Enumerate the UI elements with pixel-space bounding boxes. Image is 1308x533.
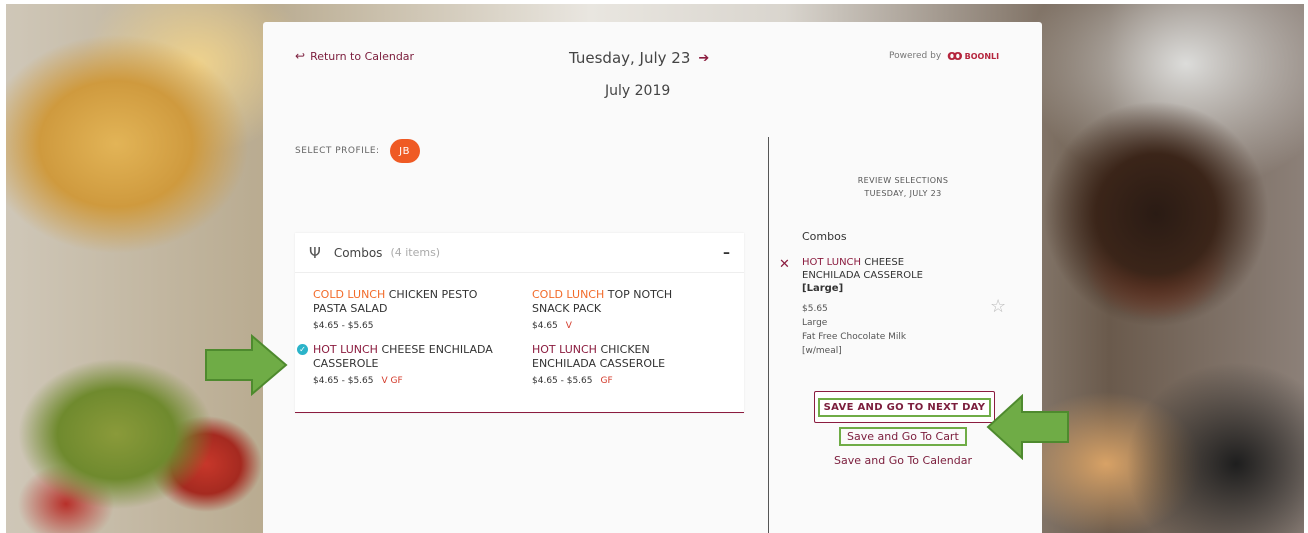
select-profile: SELECT PROFILE: JB [295,139,420,163]
fork-knife-icon: Ψ [309,243,321,262]
save-next-day-button[interactable]: SAVE AND GO TO NEXT DAY [814,391,995,423]
menu-item[interactable]: COLD LUNCH CHICKEN PESTO PASTA SALAD $4.… [313,288,508,333]
save-next-day-label: SAVE AND GO TO NEXT DAY [817,397,992,417]
boonli-logo: ꝏ BOONLI [947,48,1000,64]
powered-by: Powered by ꝏ BOONLI [889,49,999,63]
item-tags: GF [600,376,613,386]
combos-header[interactable]: Ψ Combos (4 items) – [295,233,744,273]
combos-count: (4 items) [390,246,441,259]
day-title-text: Tuesday, July 23 [569,49,691,67]
menu-item[interactable]: HOT LUNCH CHICKEN ENCHILADA CASSEROLE $4… [532,343,712,388]
item-price: $4.65 - $5.65 [532,376,593,386]
favorite-star-icon[interactable]: ☆ [990,296,1006,317]
annotation-arrow-right-icon [205,334,288,396]
boonli-logo-icon: ꝏ [947,48,963,64]
item-tags: V GF [381,376,403,386]
collapse-icon[interactable]: – [723,245,730,261]
review-section-title: Combos [802,230,847,243]
annotation-arrow-left-icon [986,394,1069,460]
return-to-calendar-link[interactable]: ↩ Return to Calendar [295,49,414,63]
menu-item[interactable]: COLD LUNCH TOP NOTCH SNACK PACK $4.65 V [532,288,712,333]
menu-item-selected[interactable]: HOT LUNCH CHEESE ENCHILADA CASSEROLE $4.… [313,343,493,388]
profile-avatar[interactable]: JB [389,139,420,163]
item-price: $4.65 - $5.65 [313,376,374,386]
item-price: $4.65 - $5.65 [313,321,374,331]
menu-panel: ↩ Return to Calendar Tuesday, July 23 ➔ … [263,22,1042,533]
selected-size: Large [802,318,828,328]
item-price: $4.65 [532,321,558,331]
return-label: Return to Calendar [310,49,415,63]
save-go-to-calendar-link[interactable]: Save and Go To Calendar [834,454,972,467]
selected-check-icon: ✓ [297,344,308,355]
next-day-arrow-icon[interactable]: ➔ [698,51,709,66]
combos-title: Combos [333,245,383,260]
save-go-to-cart-button[interactable]: Save and Go To Cart [839,427,967,446]
selected-item-name: HOT LUNCH CHEESE ENCHILADA CASSEROLE [La… [802,257,923,294]
month-title: July 2019 [605,83,671,99]
select-profile-label: SELECT PROFILE: [295,146,380,156]
selected-addon: Fat Free Chocolate Milk [802,332,907,342]
column-divider [768,137,769,533]
day-title: Tuesday, July 23 ➔ [569,49,709,67]
remove-selection-icon[interactable]: ✕ [779,257,790,272]
powered-by-label: Powered by [889,51,942,61]
selected-price: $5.65 [802,304,828,314]
selected-addon-note: [w/meal] [802,346,842,356]
review-selections-title: REVIEW SELECTIONS TUESDAY, JULY 23 [857,176,949,198]
item-tags: V [565,321,572,331]
return-arrow-icon: ↩ [295,49,306,63]
selected-item-details: $5.65 Large Fat Free Chocolate Milk [w/m… [802,302,906,358]
